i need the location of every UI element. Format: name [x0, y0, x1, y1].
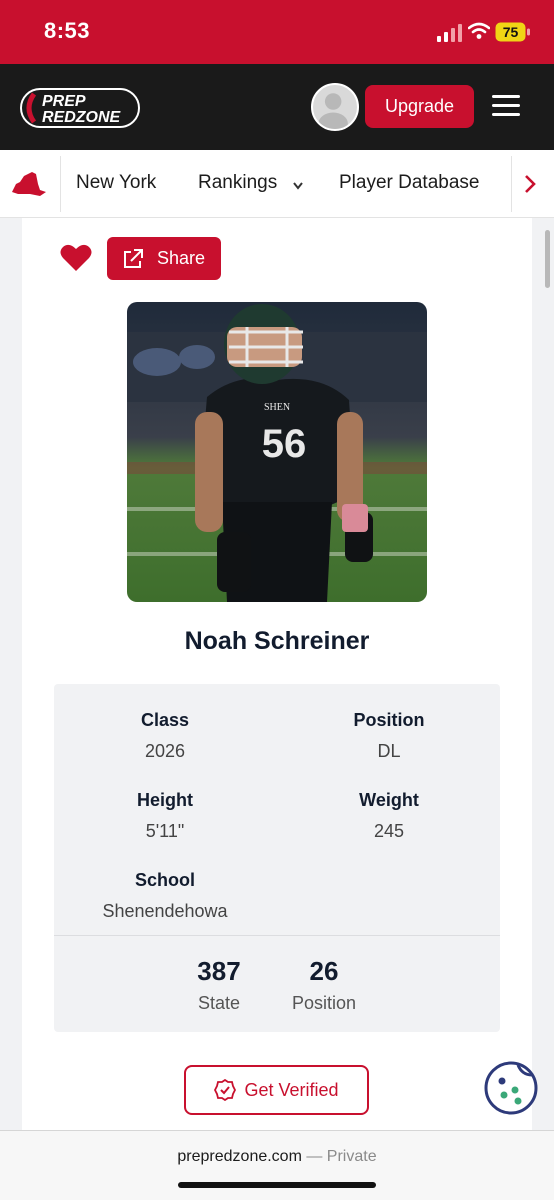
stat-school: School Shenendehowa — [102, 870, 228, 921]
player-stats-panel: Class 2026 Position DL Height 5'11" Weig… — [54, 684, 500, 1032]
status-time: 8:53 — [44, 18, 91, 43]
stat-height: Height 5'11" — [137, 790, 193, 841]
cookie-settings-icon[interactable] — [484, 1061, 538, 1115]
avatar-placeholder-icon — [318, 93, 348, 129]
state-rank: 387 State — [197, 956, 241, 1013]
battery-icon: 75 — [495, 22, 530, 42]
new-york-state-icon[interactable] — [10, 170, 48, 200]
stat-weight: Weight 245 — [359, 790, 419, 841]
browser-url: prepredzone.com — Private — [177, 1148, 377, 1165]
player-name: Noah Schreiner — [184, 627, 370, 655]
state-nav-bar: New York Rankings Player Database — [0, 150, 554, 218]
share-button[interactable]: Share — [107, 237, 221, 280]
page-scrollbar[interactable] — [545, 230, 550, 288]
svg-text:56: 56 — [262, 422, 307, 466]
nav-separator — [60, 156, 61, 212]
nav-separator — [511, 156, 512, 212]
site-header: PREP REDZONE Upgrade — [0, 64, 554, 150]
upgrade-button[interactable]: Upgrade — [365, 85, 474, 128]
stat-position: Position DL — [353, 710, 425, 761]
svg-text:SHEN: SHEN — [264, 402, 290, 413]
nav-item-new-york[interactable]: New York — [76, 172, 156, 194]
external-link-icon — [124, 248, 143, 268]
verified-badge-icon — [214, 1079, 237, 1101]
nav-item-rankings[interactable]: Rankings — [198, 172, 277, 194]
chevron-down-icon — [293, 182, 303, 190]
get-verified-button[interactable]: Get Verified — [184, 1065, 369, 1115]
prep-redzone-logo[interactable]: PREP REDZONE — [20, 86, 142, 130]
svg-text:75: 75 — [503, 24, 519, 40]
browser-address-bar[interactable]: prepredzone.com — Private — [0, 1130, 554, 1200]
stats-divider — [54, 935, 500, 936]
svg-text:REDZONE: REDZONE — [42, 109, 122, 126]
user-avatar[interactable] — [311, 83, 359, 131]
chevron-right-icon[interactable] — [522, 172, 538, 196]
player-photo: SHEN 56 — [127, 302, 427, 602]
home-indicator[interactable] — [178, 1182, 376, 1188]
stat-class: Class 2026 — [140, 710, 190, 761]
status-bar: 8:53 75 — [0, 0, 554, 64]
cellular-signal-icon — [437, 24, 462, 42]
share-label: Share — [157, 248, 206, 268]
svg-text:PREP: PREP — [42, 93, 86, 110]
position-rank: 26 Position — [291, 956, 357, 1013]
nav-item-player-database[interactable]: Player Database — [339, 172, 479, 194]
wifi-icon — [468, 22, 490, 39]
favorite-heart-icon[interactable] — [60, 243, 92, 273]
hamburger-menu-icon[interactable] — [492, 95, 520, 117]
get-verified-label: Get Verified — [244, 1079, 339, 1100]
